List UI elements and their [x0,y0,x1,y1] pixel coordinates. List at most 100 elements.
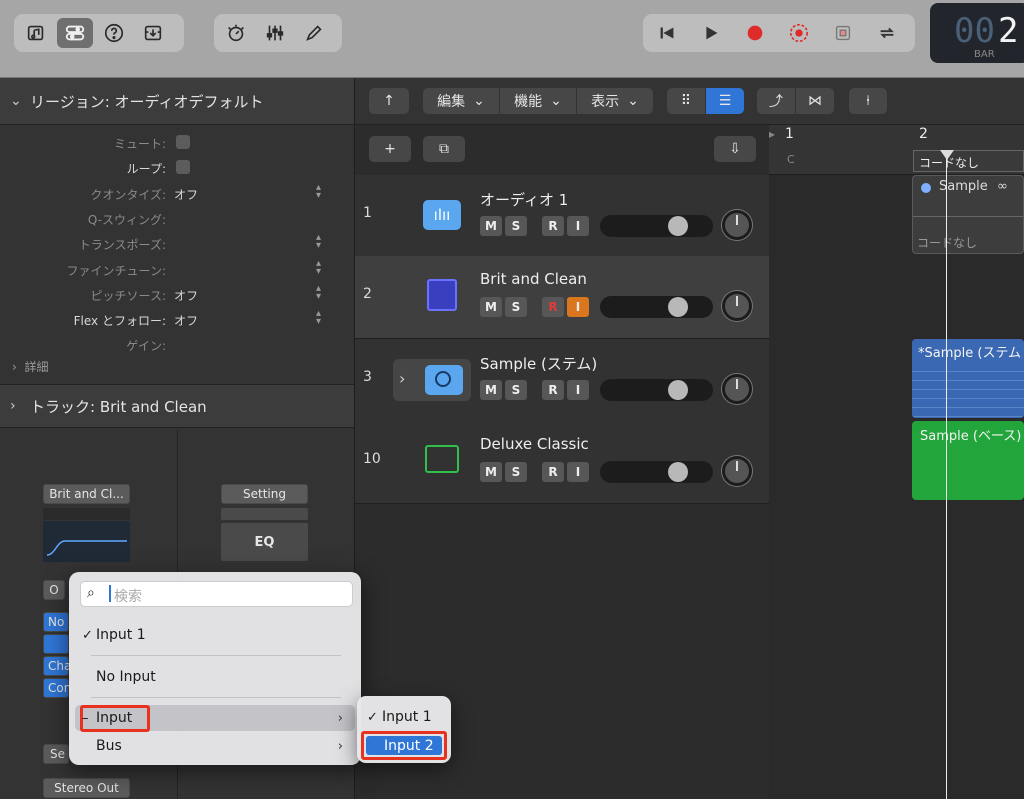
mute-button[interactable]: M [480,216,502,236]
track-row[interactable]: 1 ılıı オーディオ 1 MSRI [355,175,769,258]
mute-button[interactable]: M [480,462,502,482]
function-menu[interactable]: 機能 ⌄ [500,88,576,114]
autopunch-button[interactable] [825,18,861,48]
record-enable-button[interactable]: R [542,216,564,236]
menu-item-bus[interactable]: Bus › [75,733,355,759]
mixer-button[interactable] [257,18,293,48]
stereo-out-button[interactable]: Stereo Out [43,778,130,798]
input-monitor-button[interactable]: I [567,380,589,400]
input-monitor-button[interactable]: I [567,297,589,317]
input-blue-button[interactable] [43,634,69,654]
bar-ruler[interactable]: ▸ 1 2 C コードなし [769,125,1024,175]
list-view-button[interactable]: ☰ [706,88,744,114]
edit-menu[interactable]: 編集 ⌄ [423,88,499,114]
solo-button[interactable]: S [505,462,527,482]
checkbox[interactable] [176,135,190,149]
track-row[interactable]: 3 › Sample (ステム) M S R I [355,339,769,422]
input-monitor-button[interactable]: I [567,462,589,482]
menu-item-input-submenu[interactable]: – Input › [75,705,355,732]
pan-knob[interactable] [722,291,752,321]
audio-region-sample[interactable]: Sample ∞ コードなし [912,175,1024,254]
region-param-row[interactable]: Q-スウィング: [0,206,354,231]
quick-help-button[interactable] [96,18,132,48]
record-enable-button[interactable]: R [542,297,564,317]
instrument-plugin-slot[interactable]: Brit and Cl... [43,484,130,504]
automation-button[interactable]: ⤴ [757,88,795,114]
output-o-button[interactable]: O [43,580,65,600]
cha-button[interactable]: Cha [43,656,71,676]
search-field[interactable]: ⌕ 検索 [80,581,353,607]
stepper-arrows-icon[interactable]: ▴ ▾ [316,309,321,327]
stepper-arrows-icon[interactable]: ▴ ▾ [316,182,321,200]
stepper-arrows-icon[interactable]: ▴ ▾ [316,283,321,301]
record-enable-button[interactable]: R [542,380,564,400]
up-level-button[interactable]: ↑ [369,88,409,114]
region-param-row[interactable]: ピッチソース: オフ ▴ ▾ [0,282,354,307]
se-button[interactable]: Se [43,744,69,764]
region-param-row[interactable]: ループ: [0,155,354,180]
region-param-row[interactable]: ミュート: [0,130,354,155]
pan-knob[interactable] [722,210,752,240]
input-no-button[interactable]: No [43,612,69,632]
flex-button[interactable]: ⋈ [796,88,834,114]
eq-button[interactable]: EQ [221,523,308,561]
submenu-item-input-1[interactable]: ✓ Input 1 [361,705,447,729]
grid-view-button[interactable]: ⠿ [667,88,705,114]
region-param-row[interactable]: ゲイン: [0,332,354,357]
volume-fader[interactable] [600,296,713,318]
fader-thumb[interactable] [668,297,688,317]
track-row[interactable]: 2 Brit and Clean M S R I [355,256,769,339]
catch-playhead-button[interactable]: ⍿ [849,88,887,114]
mute-button[interactable]: M [480,380,502,400]
mute-button[interactable]: M [480,297,502,317]
detail-disclosure[interactable]: › 詳細 [12,358,48,375]
duplicate-track-button[interactable]: ⧉ [423,136,465,162]
stepper-arrows-icon[interactable]: ▴ ▾ [316,258,321,276]
playhead[interactable] [946,150,947,799]
volume-fader[interactable] [600,379,713,401]
editor-button[interactable] [296,18,332,48]
track-name[interactable]: Brit and Clean [480,270,587,288]
fader-thumb[interactable] [668,216,688,236]
metronome-button[interactable] [218,18,254,48]
view-menu[interactable]: 表示 ⌄ [577,88,653,114]
rewind-to-start-button[interactable] [649,18,685,48]
record-enable-button[interactable]: R [542,462,564,482]
fader-thumb[interactable] [668,380,688,400]
setting-button[interactable]: Setting [221,484,308,504]
record-button[interactable] [737,18,773,48]
con-button[interactable]: Con [43,678,71,698]
bass-region[interactable]: Sample (ベース) [912,421,1024,500]
input-monitor-button[interactable]: I [567,216,589,236]
menu-item-input-1[interactable]: ✓ Input 1 [75,622,355,648]
stepper-arrows-icon[interactable]: ▴ ▾ [316,233,321,251]
inspector-button[interactable] [57,18,93,48]
replace-record-button[interactable] [781,18,817,48]
volume-fader[interactable] [600,461,713,483]
eq-thumbnail[interactable] [43,521,130,562]
add-track-button[interactable]: + [369,136,411,162]
play-button[interactable] [693,18,729,48]
region-param-row[interactable]: クオンタイズ: オフ ▴ ▾ [0,181,354,206]
submenu-item-input-2[interactable]: Input 2 [366,736,442,755]
solo-button[interactable]: S [505,216,527,236]
region-param-row[interactable]: ファインチューン: ▴ ▾ [0,257,354,282]
fader-thumb[interactable] [668,462,688,482]
pan-knob[interactable] [722,456,752,486]
region-param-row[interactable]: トランスポーズ: ▴ ▾ [0,231,354,256]
global-tracks-button[interactable]: ⇩ [714,136,756,162]
track-name[interactable]: Sample (ステム) [480,353,597,374]
volume-fader[interactable] [600,215,713,237]
solo-button[interactable]: S [505,297,527,317]
region-param-row[interactable]: Flex とフォロー: オフ ▴ ▾ [0,307,354,332]
track-name[interactable]: Deluxe Classic [480,435,589,453]
playhead-handle-icon[interactable] [940,150,954,160]
track-name[interactable]: オーディオ 1 [480,189,568,210]
stem-region[interactable]: *Sample (ステム [912,339,1024,418]
track-row[interactable]: 10 Deluxe Classic M S R I [355,421,769,504]
checkbox[interactable] [176,160,190,175]
pan-knob[interactable] [722,374,752,404]
lcd-display[interactable]: 00 2 BAR [930,3,1024,63]
track-inspector-header[interactable]: › トラック: Brit and Clean [0,384,354,428]
solo-button[interactable]: S [505,380,527,400]
